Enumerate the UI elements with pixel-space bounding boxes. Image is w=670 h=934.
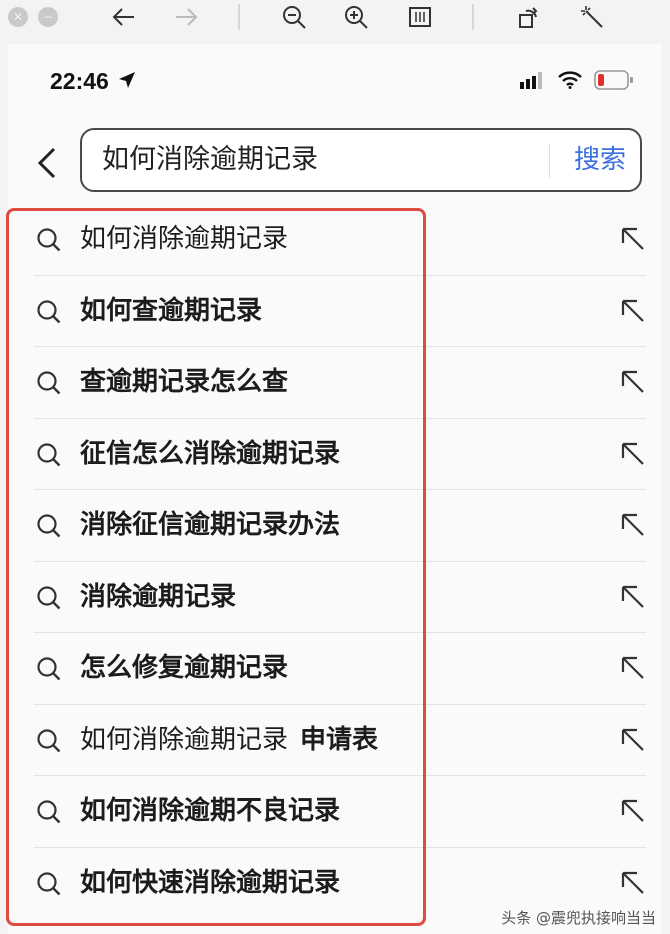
suggestion-item[interactable]: 消除征信逾期记录办法 xyxy=(34,490,646,562)
suggestion-label: 消除征信逾期记录办法 xyxy=(80,510,341,540)
fill-query-arrow-icon[interactable] xyxy=(620,226,646,252)
suggestion-item[interactable]: 查逾期记录怎么查 xyxy=(34,347,646,419)
suggestion-item[interactable]: 如何消除逾期不良记录 xyxy=(34,776,646,848)
toolbar-separator xyxy=(472,4,474,30)
fill-query-arrow-icon[interactable] xyxy=(620,369,646,395)
forward-arrow-icon[interactable] xyxy=(170,4,202,30)
suggestion-item[interactable]: 怎么修复逾期记录 xyxy=(34,633,646,705)
fill-query-arrow-icon[interactable] xyxy=(620,798,646,824)
suggestion-text: 怎么修复逾期记录 xyxy=(80,633,288,703)
battery-icon xyxy=(594,70,634,94)
phone-screen: 22:46 如何消除逾期记录 搜索 如何消除逾期记录 如何查逾期记录 查逾期记录怎么… xyxy=(8,44,662,934)
magic-wand-icon[interactable] xyxy=(576,4,608,30)
suggestion-text: 如何快速消除逾期记录 xyxy=(80,848,340,918)
fill-query-arrow-icon[interactable] xyxy=(620,584,646,610)
status-bar: 22:46 xyxy=(8,44,662,114)
search-icon xyxy=(36,442,62,468)
fill-query-arrow-icon[interactable] xyxy=(620,727,646,753)
suggestion-item[interactable]: 征信怎么消除逾期记录 xyxy=(34,419,646,490)
suggestion-label: 消除逾期记录 xyxy=(80,581,237,612)
suggestion-text: 征信怎么消除逾期记录 xyxy=(80,419,340,489)
suggestion-label: 如何快速消除逾期记录 xyxy=(80,867,341,898)
suggestion-label: 如何消除逾期记录 xyxy=(80,724,289,755)
suggestion-suffix: 申请表 xyxy=(300,724,379,755)
search-icon xyxy=(36,585,62,611)
zoom-in-icon[interactable] xyxy=(340,4,372,30)
rotate-icon[interactable] xyxy=(512,4,544,30)
fill-query-arrow-icon[interactable] xyxy=(620,870,646,896)
search-icon xyxy=(36,227,62,253)
back-chevron-icon[interactable] xyxy=(34,146,62,180)
suggestion-label: 如何消除逾期不良记录 xyxy=(80,796,341,826)
suggestion-text: 查逾期记录怎么查 xyxy=(80,347,288,417)
toolbar-separator xyxy=(238,4,240,30)
suggestion-label: 如何消除逾期记录 xyxy=(80,224,289,254)
search-icon xyxy=(36,799,62,825)
search-divider xyxy=(549,144,550,178)
suggestion-text: 如何消除逾期记录 xyxy=(80,204,288,274)
suggestion-item[interactable]: 如何消除逾期记录 xyxy=(34,204,646,276)
search-icon xyxy=(36,513,62,539)
window-minimize-button[interactable]: − xyxy=(38,7,58,27)
search-query-text[interactable]: 如何消除逾期记录 xyxy=(102,130,318,190)
fill-query-arrow-icon[interactable] xyxy=(620,655,646,681)
search-icon xyxy=(36,728,62,754)
zoom-out-icon[interactable] xyxy=(278,4,310,30)
suggestion-text: 消除逾期记录 xyxy=(80,562,236,632)
suggestion-list: 如何消除逾期记录 如何查逾期记录 查逾期记录怎么查征信怎么消除逾期记录 消除征信逾期记… xyxy=(8,204,662,918)
search-icon xyxy=(36,370,62,396)
suggestion-text: 如何查逾期记录 xyxy=(80,276,262,346)
search-input[interactable]: 如何消除逾期记录 搜索 xyxy=(80,128,642,192)
search-icon xyxy=(36,871,62,897)
status-time: 22:46 xyxy=(50,68,109,94)
window-close-button[interactable]: ✕ xyxy=(8,7,28,27)
suggestion-text: 如何消除逾期不良记录 xyxy=(80,776,340,846)
suggestion-text: 如何消除逾期记录 申请表 xyxy=(80,705,378,775)
fill-query-arrow-icon[interactable] xyxy=(620,298,646,324)
fill-query-arrow-icon[interactable] xyxy=(620,512,646,538)
suggestion-label: 查逾期记录怎么查 xyxy=(80,367,289,397)
suggestion-label: 征信怎么消除逾期记录 xyxy=(80,438,341,469)
suggestion-label: 如何查逾期记录 xyxy=(80,295,263,326)
suggestion-item[interactable]: 如何消除逾期记录 申请表 xyxy=(34,705,646,776)
watermark: 头条 @震兜执接响当当 xyxy=(501,909,656,927)
fill-query-arrow-icon[interactable] xyxy=(620,441,646,467)
suggestion-item[interactable]: 消除逾期记录 xyxy=(34,562,646,633)
actual-size-icon[interactable] xyxy=(404,4,436,30)
viewer-toolbar: ✕ − xyxy=(0,0,670,40)
back-arrow-icon[interactable] xyxy=(108,4,140,30)
search-icon xyxy=(36,656,62,682)
search-icon xyxy=(36,299,62,325)
cellular-signal-icon xyxy=(520,71,546,93)
search-row: 如何消除逾期记录 搜索 xyxy=(8,126,662,196)
suggestion-item[interactable]: 如何查逾期记录 xyxy=(34,276,646,347)
suggestion-label: 怎么修复逾期记录 xyxy=(80,653,289,683)
wifi-icon xyxy=(558,71,582,93)
location-arrow-icon xyxy=(118,71,136,93)
status-icons xyxy=(520,70,634,94)
suggestion-text: 消除征信逾期记录办法 xyxy=(80,490,340,560)
search-button[interactable]: 搜索 xyxy=(574,130,626,190)
